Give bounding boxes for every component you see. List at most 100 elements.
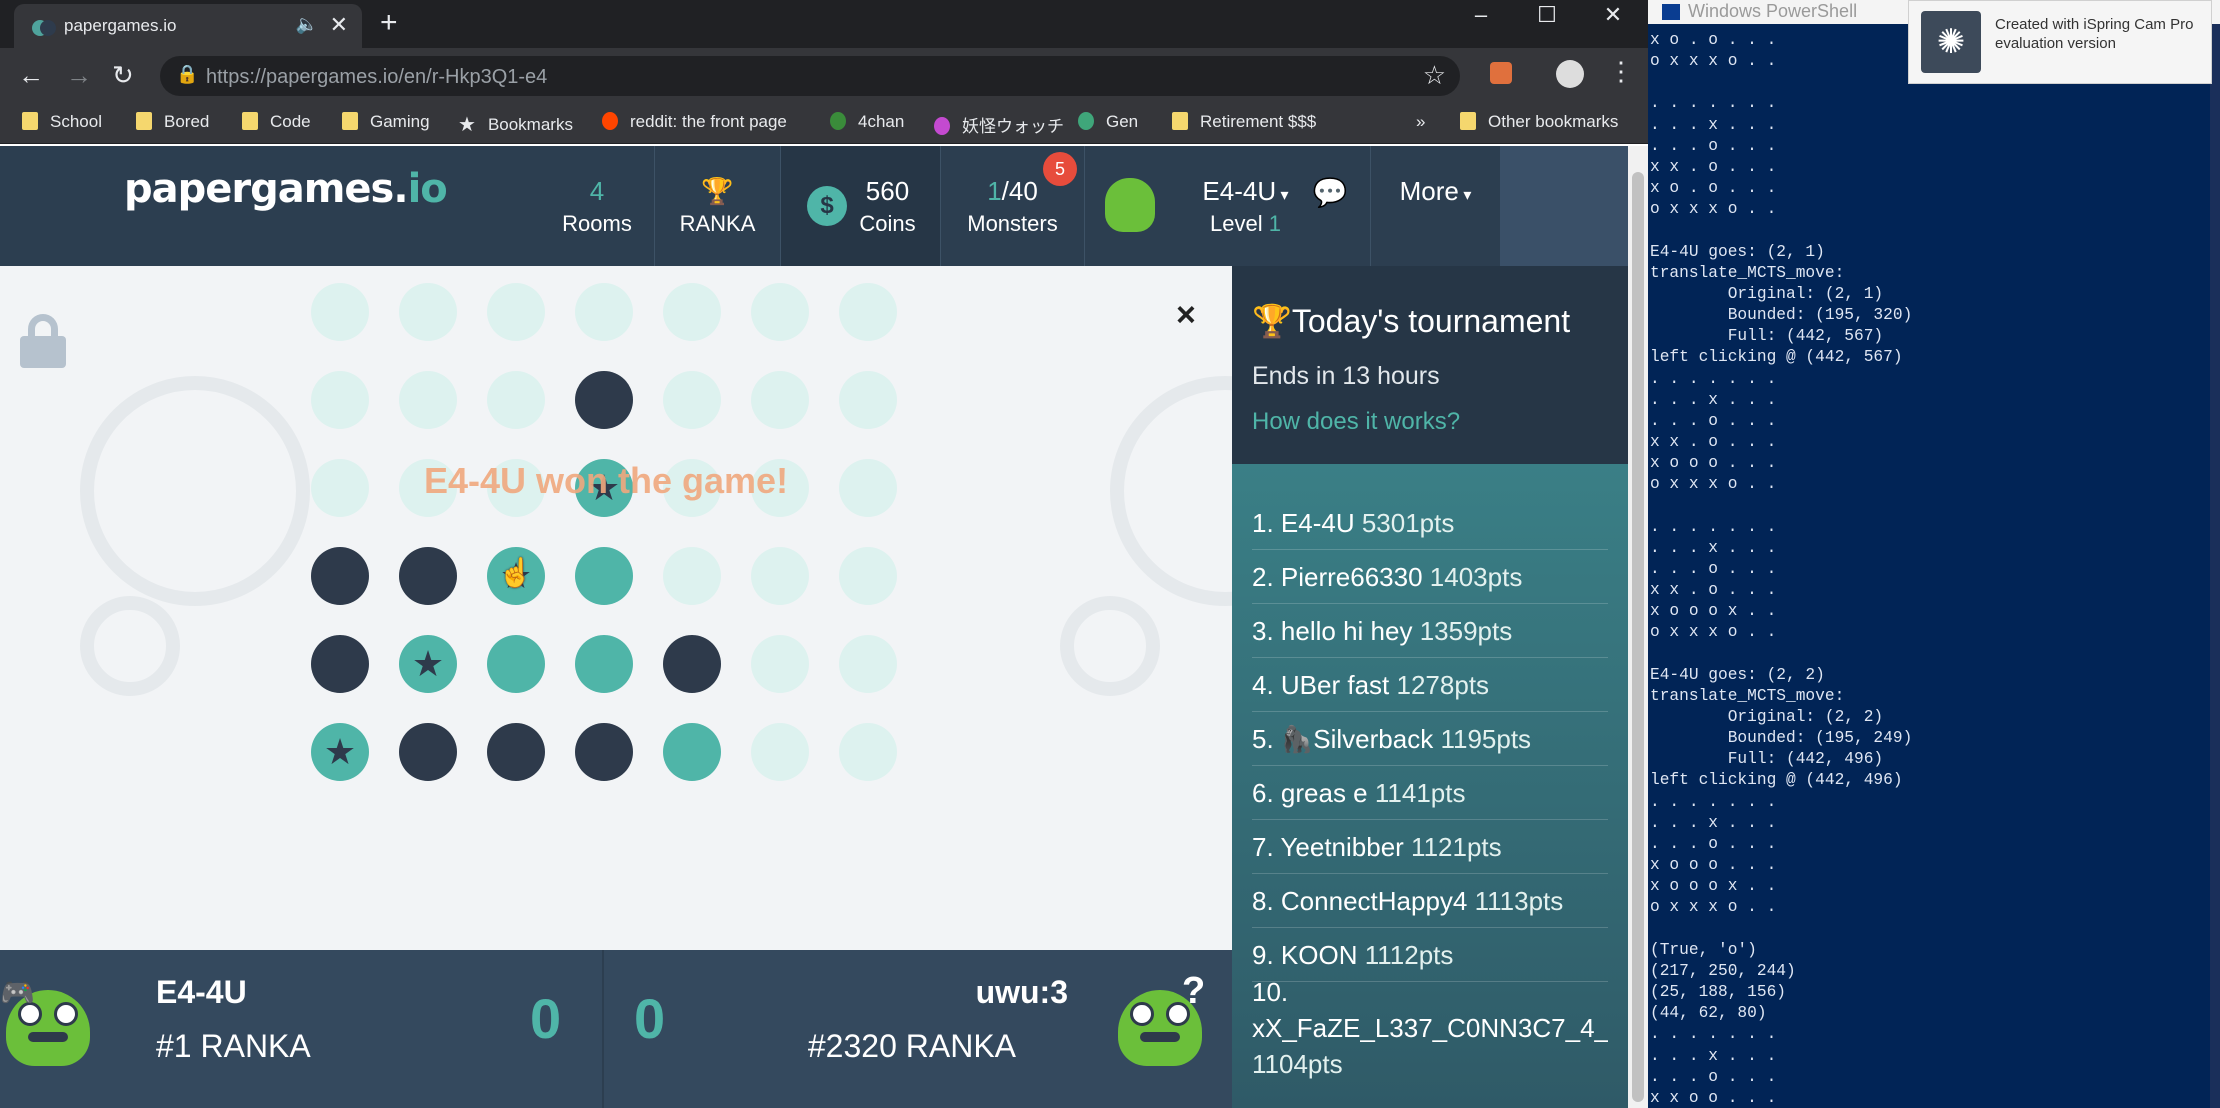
- win-message: E4-4U won the game!: [424, 460, 789, 501]
- bookmark-bookmarks[interactable]: ★ Bookmarks: [458, 112, 573, 137]
- bookmark-other[interactable]: Other bookmarks: [1460, 112, 1618, 132]
- profile-avatar-icon[interactable]: [1556, 60, 1584, 88]
- url-text: https://papergames.io/en/r-Hkp3Q1-e4: [206, 66, 548, 88]
- minimize-icon[interactable]: –: [1448, 0, 1514, 34]
- how-it-works-link[interactable]: How does it works?: [1252, 408, 1460, 436]
- bookmarks-overflow[interactable]: »: [1416, 112, 1425, 132]
- board-cell[interactable]: [487, 723, 545, 781]
- window-close-icon[interactable]: ✕: [1580, 0, 1646, 34]
- board-cell[interactable]: [575, 723, 633, 781]
- board-cell[interactable]: [751, 635, 809, 693]
- bookmark-gen[interactable]: Gen: [1078, 112, 1138, 132]
- bookmark-school[interactable]: School: [22, 112, 102, 132]
- more-menu[interactable]: More ▾: [1370, 146, 1500, 266]
- board-cell[interactable]: [839, 371, 897, 429]
- board-cell[interactable]: [663, 635, 721, 693]
- lock-icon[interactable]: [20, 314, 66, 368]
- bookmark-gaming[interactable]: Gaming: [342, 112, 430, 132]
- bookmark-yokai[interactable]: 妖怪ウォッチ: [934, 112, 1064, 137]
- leaderboard-row[interactable]: 5. 🦍Silverback 1195pts: [1252, 712, 1608, 766]
- board-cell[interactable]: [839, 459, 897, 517]
- tab-papergames[interactable]: papergames.io 🔈 ✕: [14, 4, 362, 48]
- forward-arrow-icon[interactable]: →: [66, 60, 92, 91]
- ispring-watermark: ✺ Created with iSpring Cam Pro evaluatio…: [1908, 0, 2212, 84]
- globe-doodle-icon: [1110, 376, 1232, 606]
- board-cell[interactable]: [487, 371, 545, 429]
- chat-button[interactable]: 💬: [1290, 146, 1370, 266]
- trophy-icon: 🏆: [1252, 303, 1292, 339]
- close-game-button[interactable]: ×: [1176, 296, 1196, 335]
- board-cell[interactable]: [751, 723, 809, 781]
- back-arrow-icon[interactable]: ←: [18, 60, 44, 91]
- board-cell[interactable]: [751, 371, 809, 429]
- board-cell[interactable]: [575, 371, 633, 429]
- board-cell[interactable]: [575, 283, 633, 341]
- rooms-button[interactable]: 4 Rooms: [540, 146, 654, 266]
- leaderboard-row[interactable]: 6. greas e 1141pts: [1252, 766, 1608, 820]
- leaderboard-row[interactable]: 4. UBer fast 1278pts: [1252, 658, 1608, 712]
- bookmark-star-icon[interactable]: ☆: [1423, 60, 1446, 91]
- board-cell[interactable]: [399, 283, 457, 341]
- leaderboard-row[interactable]: 8. ConnectHappy4 1113pts: [1252, 874, 1608, 928]
- address-bar[interactable]: 🔒 https://papergames.io/en/r-Hkp3Q1-e4 ☆: [160, 56, 1460, 96]
- board-cell[interactable]: [487, 283, 545, 341]
- play-doodle-icon: [80, 596, 180, 696]
- browser-menu-icon[interactable]: ⋮: [1608, 56, 1634, 87]
- board-cell[interactable]: [751, 283, 809, 341]
- board-cell[interactable]: [575, 547, 633, 605]
- trophy-icon: 🏆: [701, 176, 734, 206]
- bookmark-retirement[interactable]: Retirement $$$: [1172, 112, 1316, 132]
- bookmark-bored[interactable]: Bored: [136, 112, 209, 132]
- board-cell[interactable]: [663, 723, 721, 781]
- tab-close-icon[interactable]: ✕: [330, 12, 348, 38]
- scrollbar-thumb[interactable]: [1632, 172, 1644, 1102]
- board-cell[interactable]: [399, 547, 457, 605]
- board-cell[interactable]: [839, 723, 897, 781]
- maximize-icon[interactable]: ☐: [1514, 0, 1580, 34]
- papergames-logo[interactable]: papergames.io: [124, 166, 448, 212]
- bookmark-4chan[interactable]: 4chan: [830, 112, 904, 132]
- board-cell[interactable]: [839, 283, 897, 341]
- board-cell[interactable]: [311, 283, 369, 341]
- board-cell[interactable]: ★: [399, 635, 457, 693]
- board-cell[interactable]: ★: [311, 723, 369, 781]
- board-cell[interactable]: [663, 283, 721, 341]
- reddit-icon: [602, 112, 618, 130]
- board-cell[interactable]: [663, 371, 721, 429]
- coins-button[interactable]: $ 560 Coins: [780, 146, 940, 266]
- board-cell[interactable]: [663, 547, 721, 605]
- speaker-icon[interactable]: 🔈: [296, 14, 318, 35]
- padlock-icon[interactable]: 🔒: [176, 64, 198, 85]
- leaderboard-row[interactable]: 10. xX_FaZE_L337_C0NN3C7_4_Xx 1104pts: [1252, 974, 1608, 1082]
- board-cell[interactable]: [839, 547, 897, 605]
- bookmark-reddit[interactable]: reddit: the front page: [602, 112, 787, 132]
- page-scrollbar[interactable]: [1628, 146, 1648, 1108]
- board-cell[interactable]: [575, 635, 633, 693]
- caret-down-icon: ▾: [1276, 187, 1289, 204]
- board-cell[interactable]: [487, 635, 545, 693]
- console-output[interactable]: x o . o . . . o x x x o . . . . . . . . …: [1650, 30, 2210, 1108]
- board-cell[interactable]: [311, 459, 369, 517]
- board-cell[interactable]: [751, 547, 809, 605]
- monsters-button[interactable]: 1/40 Monsters 5: [940, 146, 1084, 266]
- leaderboard-row[interactable]: 2. Pierre66330 1403pts: [1252, 550, 1608, 604]
- board-cell[interactable]: [311, 547, 369, 605]
- board-cell[interactable]: [311, 371, 369, 429]
- leaderboard-row[interactable]: 7. Yeetnibber 1121pts: [1252, 820, 1608, 874]
- reload-icon[interactable]: ↻: [112, 60, 134, 91]
- board-cell[interactable]: [399, 723, 457, 781]
- tournament-header: 🏆Today's tournament Ends in 13 hours How…: [1232, 266, 1628, 464]
- console-scrollbar[interactable]: [2210, 24, 2220, 1108]
- new-tab-plus-icon[interactable]: +: [380, 6, 398, 40]
- leaderboard-row[interactable]: 1. E4-4U 5301pts: [1252, 496, 1608, 550]
- leaderboard-row[interactable]: 3. hello hi hey 1359pts: [1252, 604, 1608, 658]
- player-left-name: E4-4U: [156, 974, 247, 1010]
- board-cell[interactable]: [839, 635, 897, 693]
- ranka-button[interactable]: 🏆 RANKA: [654, 146, 780, 266]
- board-cell[interactable]: [399, 371, 457, 429]
- bookmark-code[interactable]: Code: [242, 112, 311, 132]
- monster-avatar-icon: [1105, 178, 1155, 232]
- board-cell[interactable]: [311, 635, 369, 693]
- question-mark-icon: ?: [1182, 970, 1206, 1012]
- extension-icon[interactable]: [1490, 62, 1512, 84]
